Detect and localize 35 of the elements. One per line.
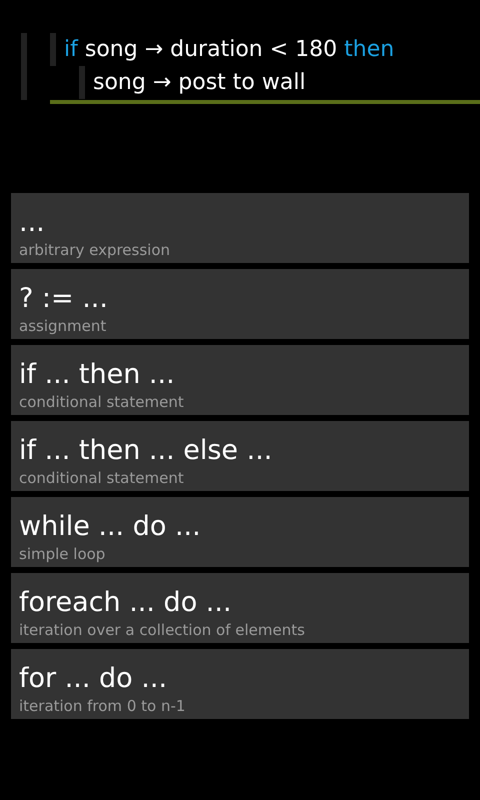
template-title: ... (19, 207, 45, 239)
template-description: iteration from 0 to n-1 (19, 696, 186, 717)
template-item[interactable]: while ... do ... simple loop (11, 497, 469, 567)
template-title: if ... then ... else ... (19, 435, 272, 467)
template-title: if ... then ... (19, 359, 175, 391)
code-token: → (144, 36, 164, 64)
block-bar (50, 33, 56, 66)
template-item[interactable]: if ... then ... else ... conditional statement (11, 421, 469, 491)
code-token: < (270, 36, 288, 64)
code-token: duration (170, 36, 263, 64)
template-description: iteration over a collection of elements (19, 620, 305, 641)
template-title: foreach ... do ... (19, 587, 232, 619)
template-title: for ... do ... (19, 663, 168, 695)
template-description: conditional statement (19, 468, 184, 489)
code-token: 180 (295, 36, 338, 64)
template-item[interactable]: if ... then ... conditional statement (11, 345, 469, 415)
template-title: ? := ... (19, 283, 108, 315)
template-item[interactable]: ... arbitrary expression (11, 193, 469, 263)
template-description: simple loop (19, 544, 106, 565)
code-keyword: if (64, 36, 78, 64)
block-bar (79, 66, 85, 99)
code-keyword: then (344, 36, 394, 64)
template-title: while ... do ... (19, 511, 201, 543)
block-bar (21, 33, 27, 100)
template-item[interactable]: for ... do ... iteration from 0 to n-1 (11, 649, 469, 719)
template-description: arbitrary expression (19, 240, 170, 261)
code-statement[interactable]: if song → duration < 180 then song → post to wall (50, 33, 480, 104)
code-token: song (93, 69, 146, 97)
template-description: conditional statement (19, 392, 184, 413)
template-item[interactable]: ? := ... assignment (11, 269, 469, 339)
code-token: post to wall (178, 69, 306, 97)
code-token: song (84, 36, 138, 64)
template-item[interactable]: foreach ... do ... iteration over a collection of elements (11, 573, 469, 643)
template-description: assignment (19, 316, 106, 337)
code-token: → (152, 69, 172, 97)
